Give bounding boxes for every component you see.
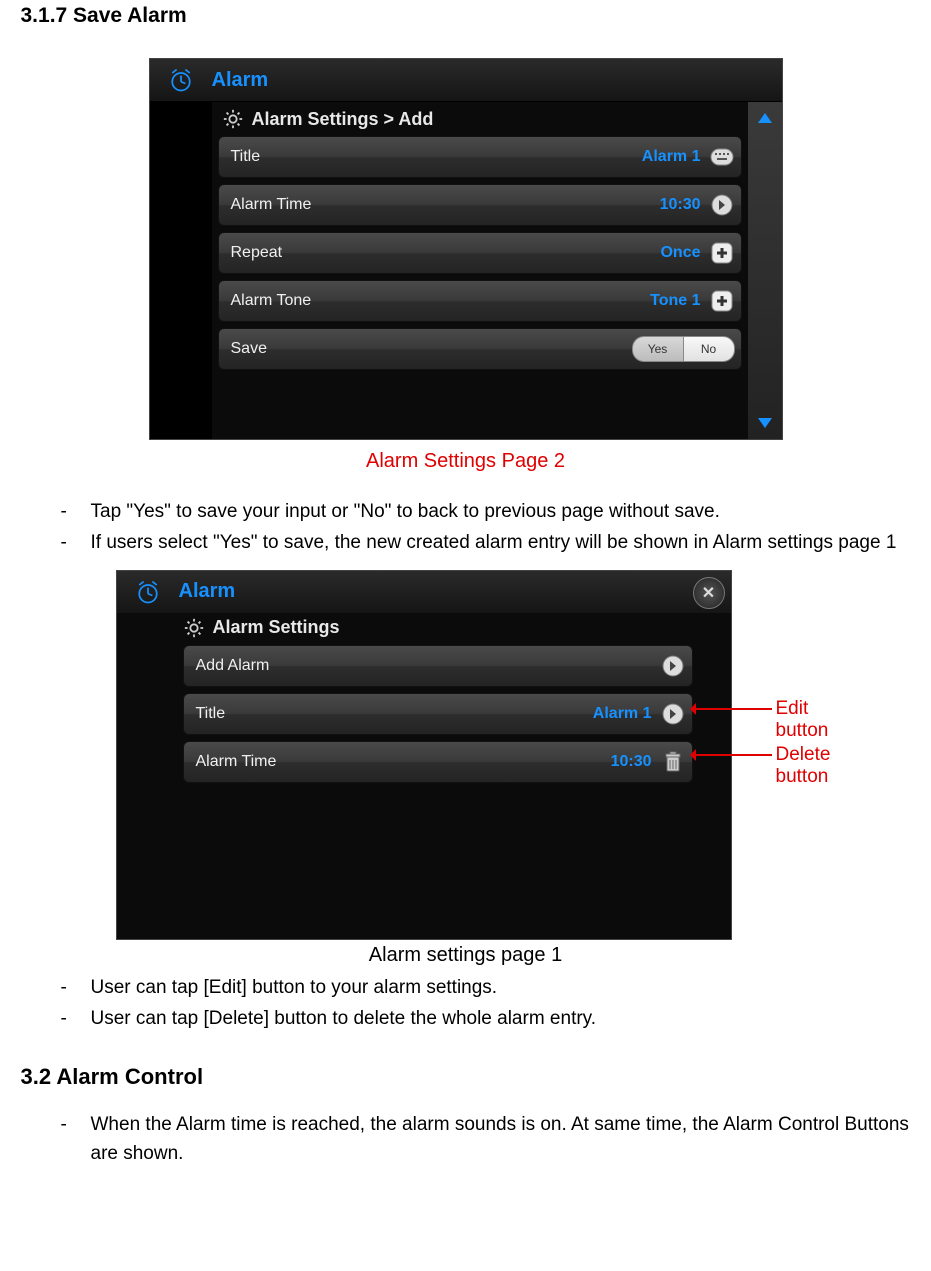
repeat-label: Repeat [231, 244, 283, 262]
caption-page1: Alarm settings page 1 [21, 944, 911, 967]
alarm-settings-screenshot: Alarm ✕ Alarm Settings Add Alarm [116, 570, 732, 940]
plus-icon[interactable] [709, 240, 735, 266]
bullet-list-b: User can tap [Edit] button to your alarm… [21, 973, 911, 1034]
section-heading: 3.1.7 Save Alarm [21, 4, 911, 28]
gear-icon [222, 108, 244, 130]
left-gutter [150, 102, 212, 439]
title-value: Alarm 1 [593, 705, 652, 723]
close-button[interactable]: ✕ [693, 577, 725, 609]
window-titlebar: Alarm ✕ [117, 571, 731, 613]
arrow-right-icon[interactable] [709, 192, 735, 218]
keyboard-icon[interactable] [709, 144, 735, 170]
title-row[interactable]: Title Alarm 1 [218, 136, 742, 178]
breadcrumb: Alarm Settings > Add [218, 108, 742, 130]
save-row: Save Yes No [218, 328, 742, 370]
callout-arrow [692, 754, 772, 756]
time-label: Alarm Time [231, 196, 312, 214]
bullet-item: If users select "Yes" to save, the new c… [61, 528, 911, 557]
time-value: 10:30 [611, 753, 652, 771]
alarm-add-screenshot: Alarm Alarm Settings > Add Title Alarm 1 [149, 58, 783, 440]
scroll-down-button[interactable] [752, 411, 778, 435]
title-value: Alarm 1 [642, 148, 701, 166]
subheading-text: Alarm Settings [213, 617, 340, 638]
time-label: Alarm Time [196, 753, 277, 771]
time-value: 10:30 [660, 196, 701, 214]
edit-icon[interactable] [660, 701, 686, 727]
save-yes-button[interactable]: Yes [632, 336, 683, 362]
callout-arrow [692, 708, 772, 710]
alarm-title-row[interactable]: Title Alarm 1 [183, 693, 693, 735]
tone-label: Alarm Tone [231, 292, 312, 310]
close-icon: ✕ [702, 583, 715, 603]
save-no-button[interactable]: No [683, 336, 735, 362]
bullet-item: Tap "Yes" to save your input or "No" to … [61, 497, 911, 526]
delete-icon[interactable] [660, 749, 686, 775]
scroll-up-button[interactable] [752, 106, 778, 130]
save-label: Save [231, 340, 267, 358]
tone-row[interactable]: Alarm Tone Tone 1 [218, 280, 742, 322]
bullet-item: When the Alarm time is reached, the alar… [61, 1110, 911, 1169]
bullet-list-c: When the Alarm time is reached, the alar… [21, 1110, 911, 1169]
add-alarm-row[interactable]: Add Alarm [183, 645, 693, 687]
callout-delete: Delete button [776, 744, 836, 788]
alarm-time-row[interactable]: Alarm Time 10:30 [218, 184, 742, 226]
scroll-rail [748, 102, 782, 439]
bullet-list-a: Tap "Yes" to save your input or "No" to … [21, 497, 911, 558]
plus-icon[interactable] [709, 288, 735, 314]
breadcrumb-text: Alarm Settings > Add [252, 109, 434, 130]
window-title: Alarm [212, 69, 269, 92]
caption-page2: Alarm Settings Page 2 [21, 450, 911, 473]
section-heading: 3.2 Alarm Control [21, 1064, 911, 1090]
window-titlebar: Alarm [150, 59, 782, 102]
bullet-item: User can tap [Edit] button to your alarm… [61, 973, 911, 1002]
repeat-row[interactable]: Repeat Once [218, 232, 742, 274]
alarm-time-row[interactable]: Alarm Time 10:30 [183, 741, 693, 783]
tone-value: Tone 1 [650, 292, 700, 310]
add-alarm-label: Add Alarm [196, 657, 270, 675]
arrow-right-icon[interactable] [660, 653, 686, 679]
subheading: Alarm Settings [117, 613, 731, 645]
clock-icon [117, 578, 179, 606]
window-title: Alarm [179, 580, 236, 603]
bullet-item: User can tap [Delete] button to delete t… [61, 1004, 911, 1033]
title-label: Title [231, 148, 261, 166]
gear-icon [183, 617, 205, 639]
title-label: Title [196, 705, 226, 723]
clock-icon [150, 66, 212, 94]
callout-edit: Edit button [776, 698, 836, 742]
repeat-value: Once [660, 244, 700, 262]
